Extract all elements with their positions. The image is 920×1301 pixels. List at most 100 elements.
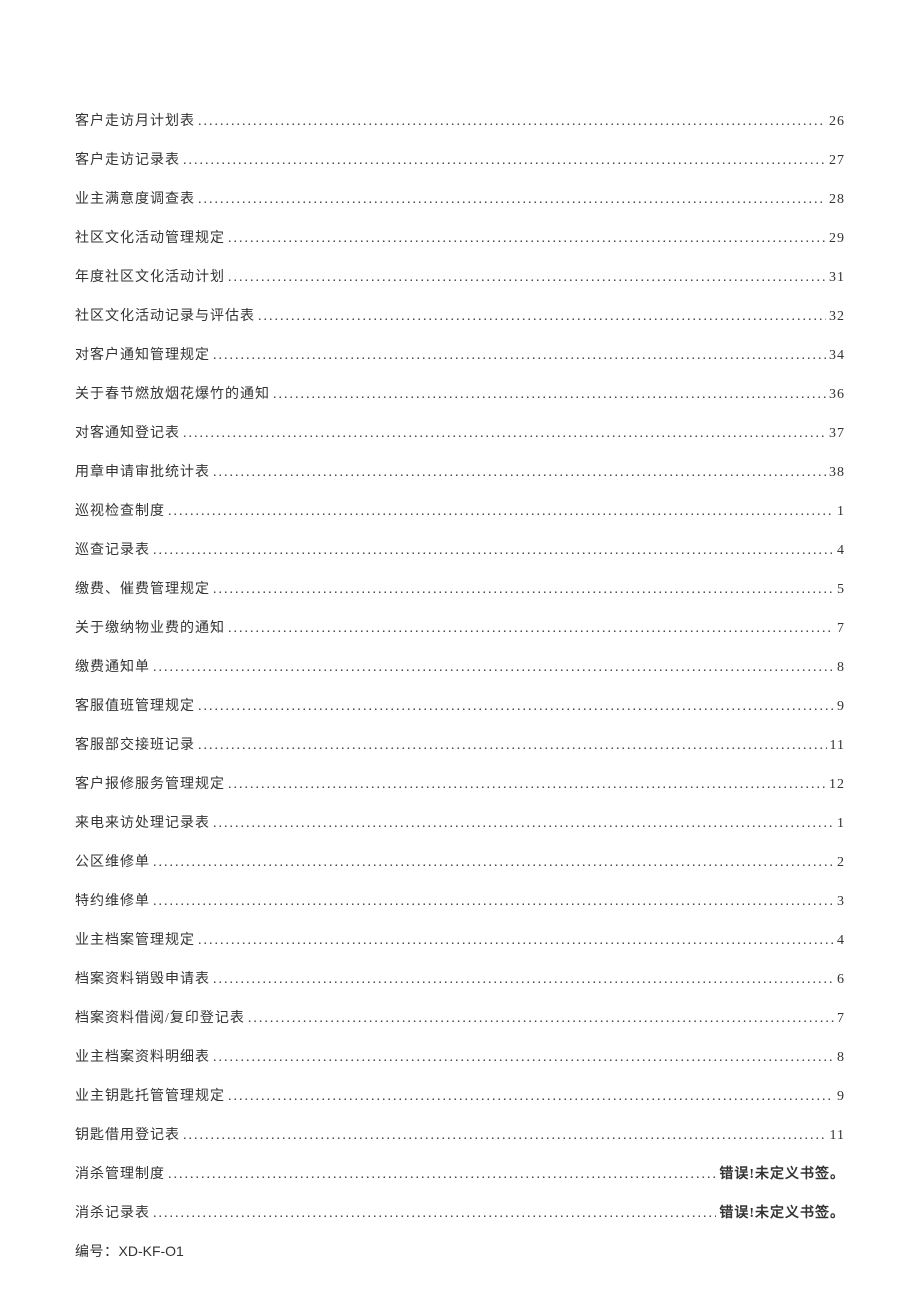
toc-entry: 巡查记录表 4 — [75, 539, 845, 559]
toc-leader-dots — [213, 465, 826, 481]
toc-title: 特约维修单 — [75, 890, 150, 910]
toc-entry: 消杀管理制度错误!未定义书签。 — [75, 1163, 845, 1183]
toc-entry: 客服部交接班记录11 — [75, 734, 845, 754]
toc-title: 业主钥匙托管管理规定 — [75, 1085, 225, 1105]
toc-page-number: 1 — [837, 504, 845, 520]
toc-leader-dots — [183, 1128, 827, 1144]
toc-title: 社区文化活动管理规定 — [75, 227, 225, 247]
toc-leader-dots — [168, 1167, 716, 1183]
doc-code-label: 编号： — [75, 1245, 119, 1260]
toc-leader-dots — [228, 231, 826, 247]
toc-title: 档案资料销毁申请表 — [75, 968, 210, 988]
toc-page-number: 4 — [837, 543, 845, 559]
toc-title: 巡查记录表 — [75, 539, 150, 559]
toc-title: 档案资料借阅/复印登记表 — [75, 1007, 245, 1027]
toc-title: 年度社区文化活动计划 — [75, 266, 225, 286]
toc-leader-dots — [213, 972, 834, 988]
toc-entry: 对客户通知管理规定 34 — [75, 344, 845, 364]
toc-leader-dots — [183, 426, 826, 442]
toc-title: 客户报修服务管理规定 — [75, 773, 225, 793]
toc-title: 对客户通知管理规定 — [75, 344, 210, 364]
toc-page-number: 32 — [829, 309, 845, 325]
toc-page-number: 11 — [830, 1128, 845, 1144]
toc-entry: 档案资料借阅/复印登记表 7 — [75, 1007, 845, 1027]
toc-title: 业主档案管理规定 — [75, 929, 195, 949]
toc-entry: 关于缴纳物业费的通知 7 — [75, 617, 845, 637]
toc-page-error: 错误!未定义书签。 — [719, 1163, 845, 1183]
toc-title: 公区维修单 — [75, 851, 150, 871]
table-of-contents: 客户走访月计划表26客户走访记录表27业主满意度调查表28社区文化活动管理规定2… — [75, 110, 845, 1222]
toc-entry: 业主档案管理规定4 — [75, 929, 845, 949]
document-code: 编号：XD-KF-O1 — [75, 1241, 845, 1261]
toc-entry: 社区文化活动记录与评估表32 — [75, 305, 845, 325]
toc-entry: 业主档案资料明细表 8 — [75, 1046, 845, 1066]
toc-entry: 对客通知登记表37 — [75, 422, 845, 442]
toc-leader-dots — [183, 153, 826, 169]
doc-code-value: XD-KF-O1 — [119, 1243, 184, 1259]
toc-title: 关于缴纳物业费的通知 — [75, 617, 225, 637]
toc-leader-dots — [258, 309, 826, 325]
toc-title: 缴费通知单 — [75, 656, 150, 676]
toc-leader-dots — [168, 504, 834, 520]
toc-entry: 业主满意度调查表 28 — [75, 188, 845, 208]
toc-leader-dots — [198, 738, 827, 754]
toc-entry: 消杀记录表错误!未定义书签。 — [75, 1202, 845, 1222]
toc-title: 业主满意度调查表 — [75, 188, 195, 208]
toc-page-number: 28 — [829, 192, 845, 208]
toc-title: 关于春节燃放烟花爆竹的通知 — [75, 383, 270, 403]
toc-title: 客服值班管理规定 — [75, 695, 195, 715]
toc-page-number: 8 — [837, 660, 845, 676]
toc-title: 巡视检查制度 — [75, 500, 165, 520]
toc-entry: 客户走访记录表 27 — [75, 149, 845, 169]
toc-entry: 年度社区文化活动计划 31 — [75, 266, 845, 286]
toc-leader-dots — [228, 621, 834, 637]
toc-leader-dots — [248, 1011, 834, 1027]
toc-leader-dots — [198, 699, 834, 715]
toc-page-number: 7 — [837, 621, 845, 637]
toc-entry: 客户报修服务管理规定12 — [75, 773, 845, 793]
toc-entry: 钥匙借用登记表 11 — [75, 1124, 845, 1144]
toc-page-number: 2 — [837, 855, 845, 871]
toc-page-number: 31 — [829, 270, 845, 286]
toc-entry: 缴费通知单 8 — [75, 656, 845, 676]
toc-entry: 缴费、催费管理规定5 — [75, 578, 845, 598]
toc-entry: 客服值班管理规定9 — [75, 695, 845, 715]
toc-page-number: 38 — [829, 465, 845, 481]
toc-leader-dots — [213, 1050, 834, 1066]
toc-title: 钥匙借用登记表 — [75, 1124, 180, 1144]
toc-leader-dots — [213, 582, 834, 598]
toc-title: 客服部交接班记录 — [75, 734, 195, 754]
toc-leader-dots — [153, 894, 834, 910]
toc-leader-dots — [198, 114, 826, 130]
toc-page-number: 7 — [837, 1011, 845, 1027]
toc-title: 业主档案资料明细表 — [75, 1046, 210, 1066]
toc-entry: 巡视检查制度 1 — [75, 500, 845, 520]
toc-page-number: 8 — [837, 1050, 845, 1066]
toc-page-number: 6 — [837, 972, 845, 988]
toc-title: 客户走访月计划表 — [75, 110, 195, 130]
toc-leader-dots — [153, 855, 834, 871]
toc-title: 用章申请审批统计表 — [75, 461, 210, 481]
toc-entry: 业主钥匙托管管理规定 9 — [75, 1085, 845, 1105]
toc-entry: 公区维修单 2 — [75, 851, 845, 871]
toc-page-number: 34 — [829, 348, 845, 364]
toc-entry: 关于春节燃放烟花爆竹的通知36 — [75, 383, 845, 403]
toc-page-number: 3 — [837, 894, 845, 910]
toc-title: 消杀记录表 — [75, 1202, 150, 1222]
toc-page-number: 1 — [837, 816, 845, 832]
toc-title: 客户走访记录表 — [75, 149, 180, 169]
toc-leader-dots — [153, 543, 834, 559]
toc-leader-dots — [213, 816, 834, 832]
toc-page-number: 27 — [829, 153, 845, 169]
toc-leader-dots — [198, 933, 834, 949]
toc-leader-dots — [153, 660, 834, 676]
toc-entry: 用章申请审批统计表 38 — [75, 461, 845, 481]
toc-leader-dots — [273, 387, 826, 403]
toc-entry: 客户走访月计划表26 — [75, 110, 845, 130]
toc-entry: 特约维修单 3 — [75, 890, 845, 910]
toc-leader-dots — [213, 348, 826, 364]
toc-leader-dots — [198, 192, 826, 208]
toc-entry: 社区文化活动管理规定29 — [75, 227, 845, 247]
toc-leader-dots — [153, 1206, 716, 1222]
toc-page-number: 9 — [837, 1089, 845, 1105]
